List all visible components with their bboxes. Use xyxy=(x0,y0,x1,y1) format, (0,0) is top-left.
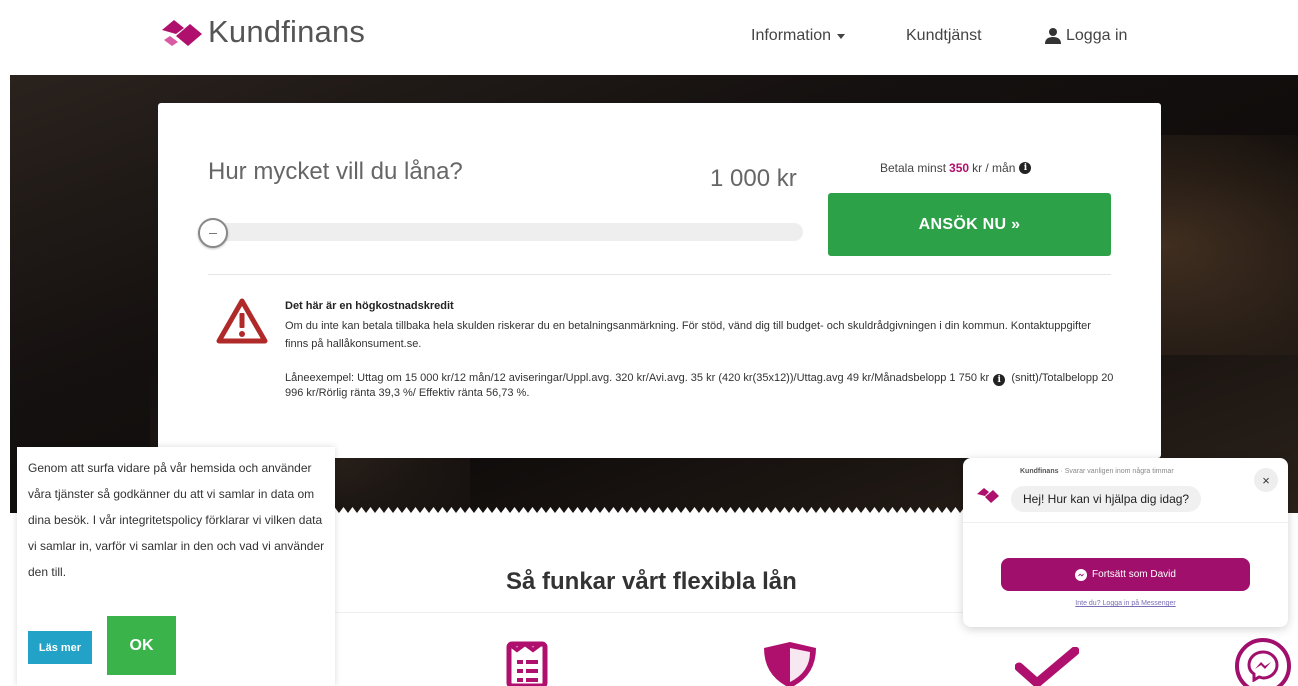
continue-as-user-button[interactable]: Fortsätt som David xyxy=(1001,558,1250,591)
nav-login-label: Logga in xyxy=(1066,27,1128,44)
info-icon[interactable]: i xyxy=(1019,162,1032,174)
logo[interactable]: Kundfinans xyxy=(160,14,365,50)
chat-divider xyxy=(963,522,1288,523)
messenger-chat-widget: Kundfinans · Svarar vanligen inom några … xyxy=(963,458,1288,627)
loan-example-part1: Låneexempel: Uttag om 15 000 kr/12 mån/1… xyxy=(285,372,990,384)
section-title: Så funkar vårt flexibla lån xyxy=(506,568,797,595)
chat-response-time: · Svarar vanligen inom några timmar xyxy=(1058,468,1174,475)
logo-text: Kundfinans xyxy=(208,14,366,49)
messenger-icon xyxy=(1247,650,1279,682)
warning-triangle-icon xyxy=(216,298,268,344)
cookie-consent-banner: Genom att surfa vidare på vår hemsida oc… xyxy=(17,447,335,686)
user-icon xyxy=(1045,28,1061,44)
nav-information-label: Information xyxy=(751,27,832,44)
loan-amount-slider-handle[interactable] xyxy=(198,218,228,248)
messenger-launcher-button[interactable] xyxy=(1235,638,1291,686)
loan-amount-value: 1 000 kr xyxy=(710,165,797,192)
minimum-payment-text: Betala minst 350 kr / mån i xyxy=(880,161,1032,175)
card-divider xyxy=(208,274,1111,275)
continue-as-user-label: Fortsätt som David xyxy=(1092,569,1176,580)
shield-icon xyxy=(764,642,816,686)
messenger-icon xyxy=(1075,568,1088,581)
top-navigation-bar: Kundfinans Information Kundtjänst Logga … xyxy=(0,0,1298,75)
nav-information-dropdown[interactable]: Information xyxy=(751,27,846,45)
apply-now-button[interactable]: ANSÖK NU » xyxy=(828,193,1111,256)
loan-example-text: Låneexempel: Uttag om 15 000 kr/12 mån/1… xyxy=(285,371,1115,400)
high-cost-credit-text: Om du inte kan betala tillbaka hela skul… xyxy=(285,320,1091,350)
section-divider xyxy=(320,612,970,613)
cookie-consent-text: Genom att surfa vidare på vår hemsida oc… xyxy=(28,461,325,579)
read-more-button[interactable]: Läs mer xyxy=(28,631,92,664)
chat-sender-name: Kundfinans xyxy=(1020,468,1059,475)
accept-cookies-button[interactable]: OK xyxy=(107,616,176,675)
nav-customer-service[interactable]: Kundtjänst xyxy=(906,27,982,45)
loan-calculator-card: Hur mycket vill du låna? 1 000 kr Betala… xyxy=(158,103,1161,458)
kundfinans-avatar-icon xyxy=(977,488,999,503)
kundfinans-logo-icon xyxy=(162,20,202,46)
checkmark-icon xyxy=(1015,647,1079,686)
min-payment-prefix: Betala minst xyxy=(880,161,947,175)
chat-greeting-bubble: Hej! Hur kan vi hjälpa dig idag? xyxy=(1011,486,1202,512)
min-payment-suffix: kr / mån xyxy=(972,161,1016,175)
info-icon[interactable]: i xyxy=(993,374,1006,386)
loan-question-label: Hur mycket vill du låna? xyxy=(208,158,463,185)
high-cost-credit-title: Det här är en högkostnadskredit xyxy=(285,300,454,312)
caret-down-icon xyxy=(837,33,846,39)
nav-login[interactable]: Logga in xyxy=(1044,27,1127,45)
messenger-login-link[interactable]: Inte du? Logga in på Messenger xyxy=(963,600,1288,607)
min-payment-value: 350 xyxy=(949,161,970,175)
chat-header: Kundfinans · Svarar vanligen inom några … xyxy=(1020,468,1174,475)
document-list-icon xyxy=(506,641,548,686)
chat-close-button[interactable]: × xyxy=(1254,468,1278,492)
nav-customer-service-label: Kundtjänst xyxy=(906,27,982,44)
loan-amount-slider-track[interactable] xyxy=(208,223,803,241)
